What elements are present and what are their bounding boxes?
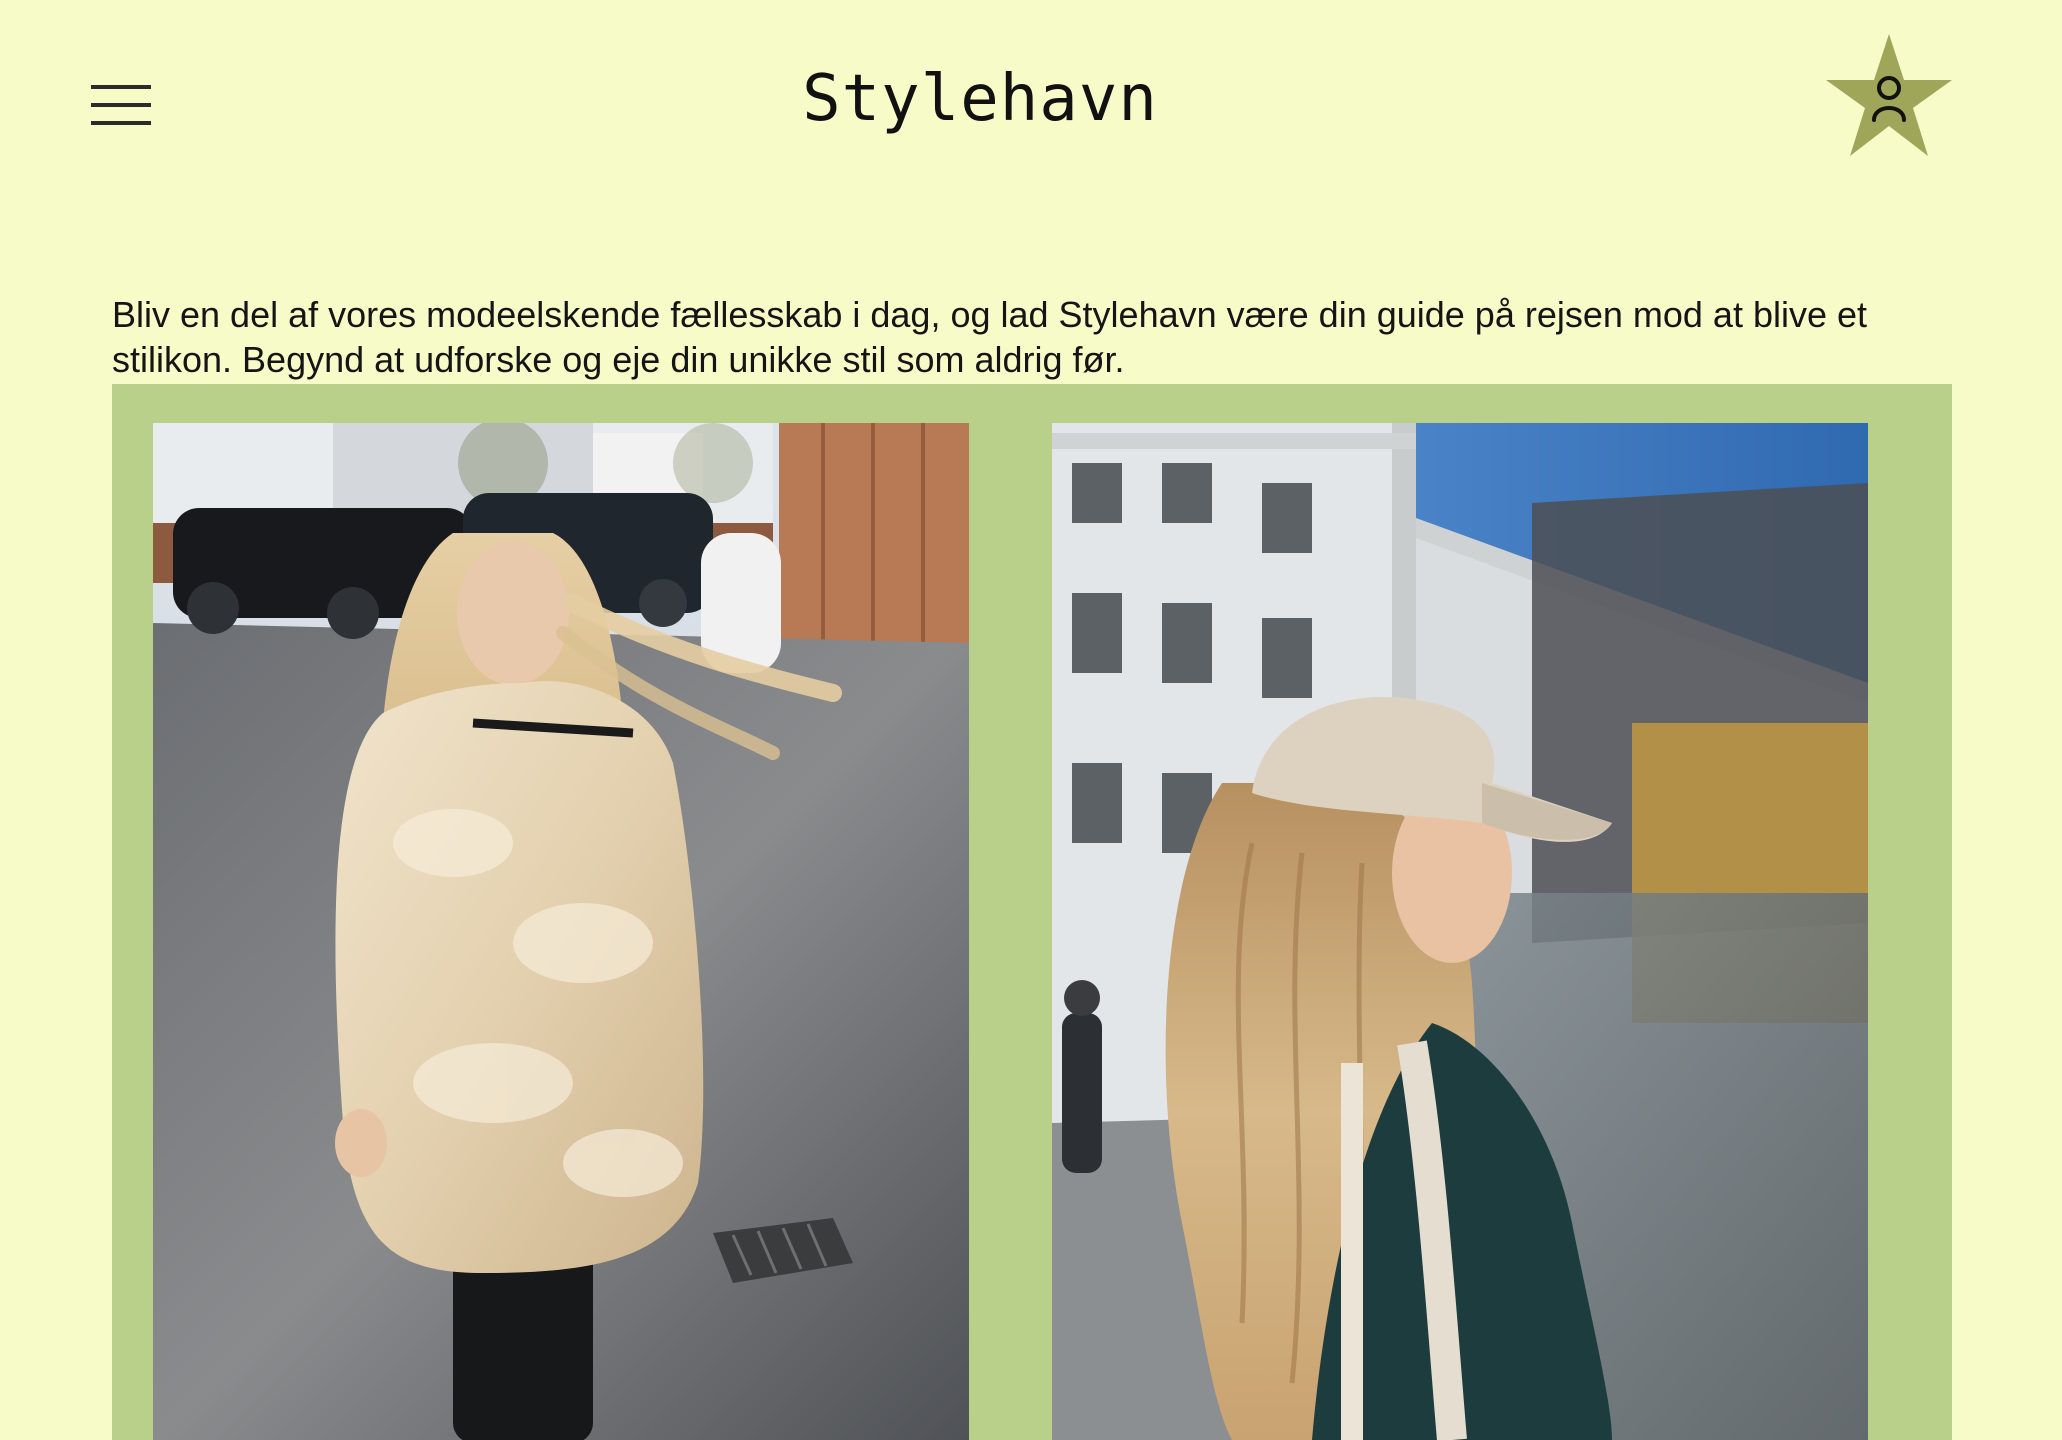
site-title[interactable]: Stylehavn xyxy=(0,62,1960,136)
site-header: Stylehavn xyxy=(0,0,2062,210)
star-badge-icon xyxy=(1826,34,1952,156)
intro-text: Bliv en del af vores modeelskende fælles… xyxy=(112,294,1868,380)
gallery-photo-cap[interactable] xyxy=(1052,423,1868,1440)
account-button[interactable] xyxy=(1822,30,1956,164)
gallery-photo-fur-coat[interactable] xyxy=(153,423,969,1440)
photo-gallery xyxy=(112,384,1952,1440)
